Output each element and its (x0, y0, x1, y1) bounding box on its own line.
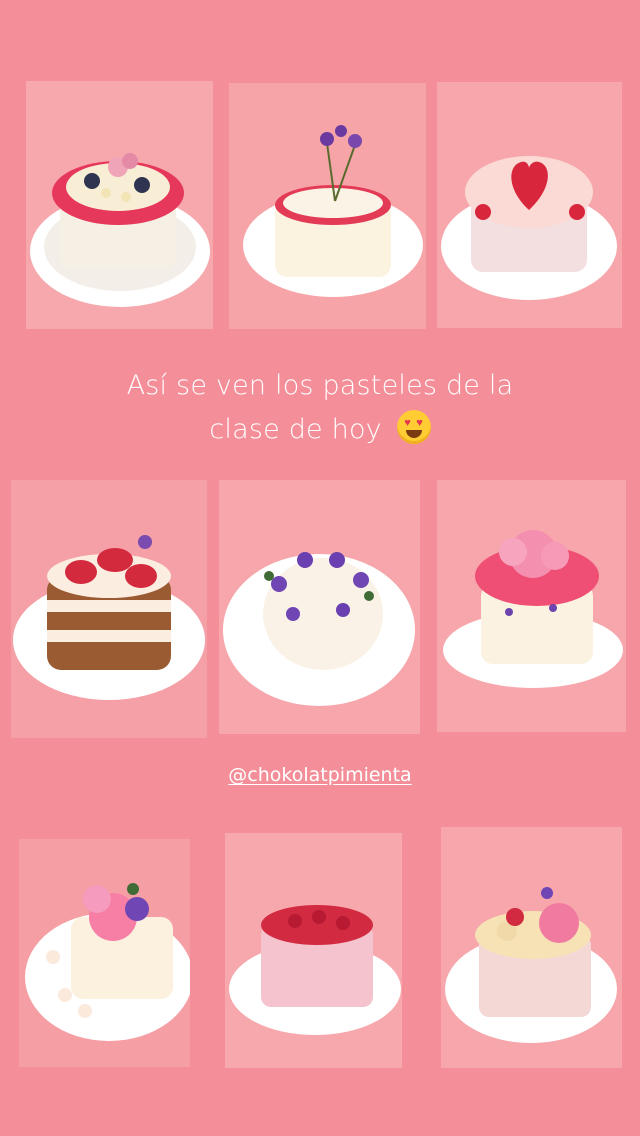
cake-illustration (219, 480, 420, 734)
story-caption: Así se ven los pasteles de la clase de h… (60, 364, 580, 452)
cake-photo-7 (19, 839, 190, 1067)
heart-eye-icon: ♥ (404, 416, 411, 429)
cake-illustration (26, 81, 213, 329)
cake-photo-2 (229, 83, 426, 329)
cake-illustration (437, 480, 626, 732)
heart-eye-icon: ♥ (416, 416, 423, 429)
cake-illustration (437, 82, 622, 328)
caption-line-2: clase de hoy (209, 414, 382, 445)
cake-illustration (441, 827, 622, 1068)
cake-illustration (19, 839, 190, 1067)
cake-illustration (11, 480, 207, 738)
cake-photo-5 (219, 480, 420, 734)
smile-mouth (405, 430, 422, 438)
heart-eyes-emoji-icon: ♥ ♥ (396, 410, 431, 444)
cake-photo-3 (437, 82, 622, 328)
cake-photo-1 (26, 81, 213, 329)
cake-photo-6 (437, 480, 626, 732)
mention-link[interactable]: @chokolatpimienta (0, 764, 640, 786)
story-canvas: Así se ven los pasteles de la clase de h… (0, 0, 640, 1136)
cake-illustration (225, 833, 402, 1068)
cake-photo-4 (11, 480, 207, 738)
cake-photo-8 (225, 833, 402, 1068)
cake-illustration (229, 83, 426, 329)
cake-photo-9 (441, 827, 622, 1068)
caption-line-1: Así se ven los pasteles de la (126, 370, 514, 401)
